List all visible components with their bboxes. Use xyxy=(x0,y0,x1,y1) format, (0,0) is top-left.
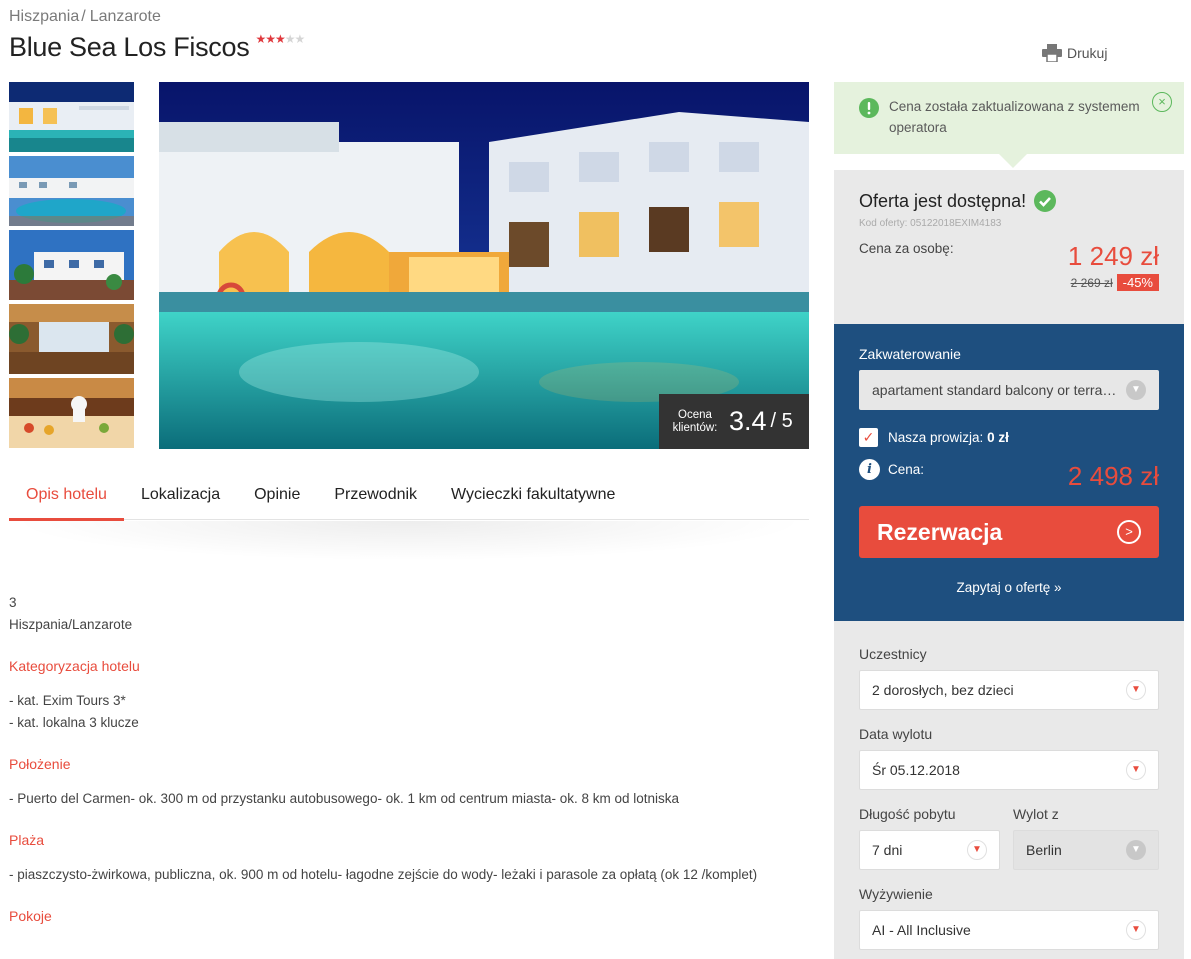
section-line: - kat. Exim Tours 3* xyxy=(9,693,126,708)
section-line: - kat. lokalna 3 klucze xyxy=(9,715,139,730)
rating-value: 3.4 xyxy=(729,406,767,436)
old-price: 2 269 zł xyxy=(1070,275,1113,290)
tab-guide[interactable]: Przewodnik xyxy=(317,470,434,520)
star-empty-icon: ★ xyxy=(294,32,306,46)
chevron-right-circle-icon: > xyxy=(1117,520,1141,544)
section-heading-category: Kategoryzacja hotelu xyxy=(9,658,140,674)
chevron-down-icon: ▼ xyxy=(1126,840,1146,860)
discount-badge: -45% xyxy=(1116,274,1159,291)
section-heading-rooms: Pokoje xyxy=(9,908,52,924)
offer-code: Kod oferty: 05122018EXIM4183 xyxy=(859,218,1002,229)
rating-label: Ocena klientów: xyxy=(672,408,718,434)
total-price-label: Cena: xyxy=(888,462,925,477)
reserve-label: Rezerwacja xyxy=(877,518,1003,545)
hotel-tabs: Opis hotelu Lokalizacja Opinie Przewodni… xyxy=(9,470,809,521)
star-icon: ★ xyxy=(255,32,266,46)
offer-title: Oferta jest dostępna! xyxy=(859,190,1159,212)
star-icon: ★ xyxy=(265,32,276,46)
board-select[interactable]: AI - All Inclusive ▼ xyxy=(859,910,1159,950)
section-heading-beach: Plaża xyxy=(9,832,45,848)
page-title: Blue Sea Los Fiscos xyxy=(9,32,250,62)
close-icon[interactable]: × xyxy=(1152,92,1172,112)
chevron-down-icon: ▼ xyxy=(1126,680,1146,700)
booking-panel: Zakwaterowanie apartament standard balco… xyxy=(834,324,1184,621)
rating-max: / 5 xyxy=(770,410,793,432)
section-line: - piaszczysto-żwirkowa, publiczna, ok. 9… xyxy=(9,867,758,882)
tab-location[interactable]: Lokalizacja xyxy=(124,470,237,520)
trip-filters: Uczestnicy 2 dorosłych, bez dzieci ▼ Dat… xyxy=(834,621,1184,959)
tabs-shadow xyxy=(9,521,809,561)
thumbnail-list xyxy=(9,82,134,452)
printer-icon xyxy=(1042,44,1062,62)
ask-about-offer-link[interactable]: Zapytaj o ofertę » xyxy=(859,580,1159,595)
breadcrumb-separator: / xyxy=(81,8,86,25)
breadcrumb: Hiszpania / Lanzarote xyxy=(9,8,161,26)
check-circle-icon xyxy=(1034,190,1057,212)
reserve-button[interactable]: Rezerwacja > xyxy=(859,506,1159,558)
commission-checkbox[interactable]: ✓ xyxy=(859,428,878,447)
notice-text: Cena została zaktualizowana z systemem o… xyxy=(889,99,1140,135)
description-stars: 3 xyxy=(9,595,17,610)
section-line: - Puerto del Carmen- ok. 300 m od przyst… xyxy=(9,791,680,806)
price-label: Cena za osobę: xyxy=(859,241,954,256)
thumbnail-pool-night[interactable] xyxy=(9,82,134,152)
breadcrumb-region[interactable]: Lanzarote xyxy=(90,8,161,25)
commission-row: ✓ Nasza prowizja: 0 zł xyxy=(859,428,1159,447)
customer-rating: Ocena klientów: 3.4 / 5 xyxy=(659,394,809,449)
print-label: Drukuj xyxy=(1067,45,1108,61)
tab-hotel-description[interactable]: Opis hotelu xyxy=(9,470,124,521)
chevron-down-icon: ▼ xyxy=(967,840,987,860)
main-photo[interactable]: Ocena klientów: 3.4 / 5 xyxy=(159,82,809,449)
total-price-value: 2 498 zł xyxy=(1067,461,1159,491)
title-row: Blue Sea Los Fiscos ★★★★★ xyxy=(9,32,306,63)
star-empty-icon: ★ xyxy=(284,32,296,46)
total-price-row: i Cena: 2 498 zł xyxy=(859,455,1159,492)
chevron-down-icon: ▼ xyxy=(1126,920,1146,940)
thumbnail-terrace[interactable] xyxy=(9,304,134,374)
thumbnail-buffet[interactable] xyxy=(9,378,134,448)
old-price-row: 2 269 zł -45% xyxy=(859,274,1159,291)
accommodation-select[interactable]: apartament standard balcony or terra… ▼ xyxy=(859,370,1159,410)
board-label: Wyżywienie xyxy=(859,886,933,902)
participants-label: Uczestnicy xyxy=(859,646,927,662)
departure-date-select[interactable]: Śr 05.12.2018 ▼ xyxy=(859,750,1159,790)
description-location: Hiszpania/Lanzarote xyxy=(9,617,133,632)
star-icon: ★ xyxy=(274,32,286,46)
tab-reviews[interactable]: Opinie xyxy=(237,470,317,520)
thumbnail-pool-day[interactable] xyxy=(9,156,134,226)
hotel-description: 3 Hiszpania/Lanzarote Kategoryzacja hote… xyxy=(9,592,809,940)
chevron-down-icon: ▼ xyxy=(1126,760,1146,780)
breadcrumb-country[interactable]: Hiszpania xyxy=(9,8,79,25)
exclamation-icon xyxy=(859,98,879,118)
departure-date-label: Data wylotu xyxy=(859,726,933,742)
hotel-stars: ★★★★★ xyxy=(255,32,306,46)
duration-select[interactable]: 7 dni ▼ xyxy=(859,830,1000,870)
chevron-down-icon: ▼ xyxy=(1126,380,1146,400)
duration-label: Długość pobytu xyxy=(859,806,956,822)
participants-select[interactable]: 2 dorosłych, bez dzieci ▼ xyxy=(859,670,1159,710)
price-value: 1 249 zł xyxy=(1067,241,1159,271)
accommodation-value: apartament standard balcony or terra… xyxy=(872,382,1117,398)
offer-summary: Oferta jest dostępna! Kod oferty: 051220… xyxy=(834,170,1184,324)
thumbnail-garden[interactable] xyxy=(9,230,134,300)
departure-airport-select[interactable]: Berlin ▼ xyxy=(1013,830,1159,870)
tab-excursions[interactable]: Wycieczki fakultatywne xyxy=(434,470,632,520)
info-icon[interactable]: i xyxy=(859,459,880,480)
price-update-notice: Cena została zaktualizowana z systemem o… xyxy=(834,82,1184,168)
departure-airport-label: Wylot z xyxy=(1013,806,1059,822)
section-heading-location: Położenie xyxy=(9,756,71,772)
accommodation-label: Zakwaterowanie xyxy=(859,346,961,362)
print-button[interactable]: Drukuj xyxy=(1042,44,1107,62)
commission-value: 0 zł xyxy=(987,430,1009,445)
price-per-person: Cena za osobę: 1 249 zł xyxy=(859,241,1159,272)
commission-label: Nasza prowizja: xyxy=(888,430,984,445)
